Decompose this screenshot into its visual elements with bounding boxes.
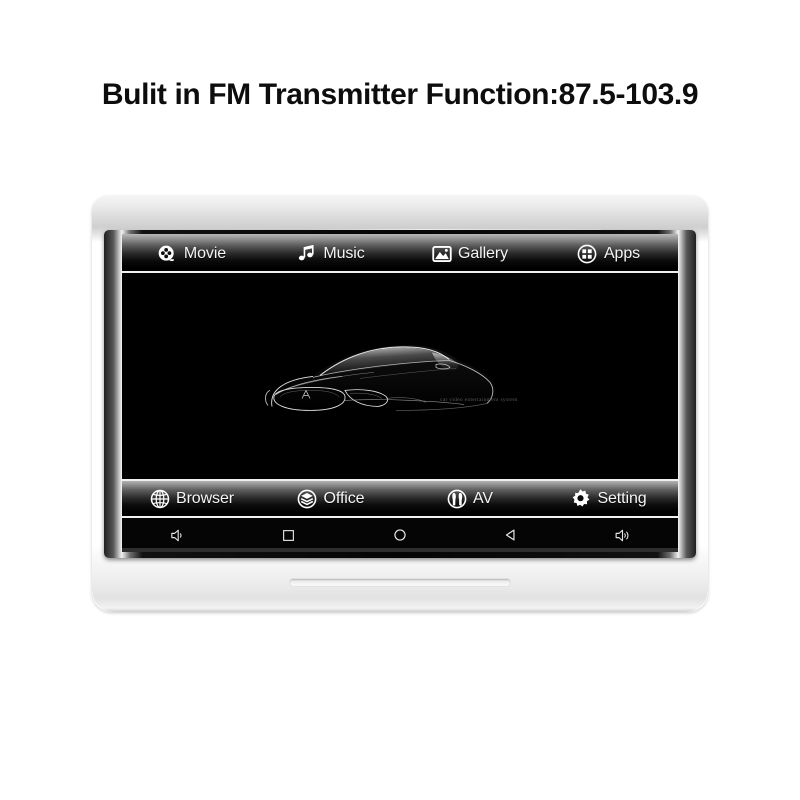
car-headrest-monitor-device: Movie Music Gallery Apps car video enter… [92,196,708,612]
film-reel-icon [157,243,178,264]
home-button[interactable] [344,518,455,552]
wallpaper-caption: car video entertainment system [440,397,518,403]
av-plug-icon [446,488,467,509]
music-note-icon [296,243,317,264]
menu-item-label: Office [323,489,365,507]
globe-icon [149,488,170,509]
circle-home-icon [392,527,408,543]
menu-item-movie[interactable]: Movie [122,234,261,273]
page-title: Bulit in FM Transmitter Function:87.5-10… [101,78,699,111]
volume-up-icon [614,527,631,544]
wallpaper: car video entertainment system [122,273,678,479]
menu-item-apps[interactable]: Apps [539,234,678,273]
menu-item-label: Setting [597,489,647,507]
gear-icon [570,488,591,509]
menu-item-label: Gallery [458,244,508,262]
menu-item-av[interactable]: AV [400,479,539,518]
menu-item-label: Browser [176,489,234,507]
apps-grid-icon [577,243,598,264]
top-menu-bar: Movie Music Gallery Apps [122,234,678,273]
volume-down-button[interactable] [122,518,233,552]
android-nav-bar [122,518,678,552]
menu-item-label: AV [473,489,493,507]
menu-item-browser[interactable]: Browser [122,479,261,518]
menu-item-label: Apps [603,244,641,262]
screen-bezel: Movie Music Gallery Apps car video enter… [104,230,696,558]
volume-up-button[interactable] [567,518,678,552]
car-silhouette [265,345,497,411]
menu-item-music[interactable]: Music [261,234,400,273]
triangle-back-icon [503,527,519,543]
volume-down-icon [169,527,186,544]
square-recents-icon [281,528,296,543]
screen: Movie Music Gallery Apps car video enter… [122,234,678,552]
back-button[interactable] [456,518,567,552]
recents-button[interactable] [233,518,344,552]
speaker-slot [289,578,511,587]
menu-item-office[interactable]: Office [261,479,400,518]
menu-item-setting[interactable]: Setting [539,479,678,518]
menu-item-label: Movie [183,244,227,262]
photo-icon [431,243,452,264]
menu-item-label: Music [323,244,365,262]
bottom-menu-bar: Browser Office AV Setting [122,479,678,518]
menu-item-gallery[interactable]: Gallery [400,234,539,273]
layers-icon [297,488,318,509]
page-root: Bulit in FM Transmitter Function:87.5-10… [0,0,800,800]
